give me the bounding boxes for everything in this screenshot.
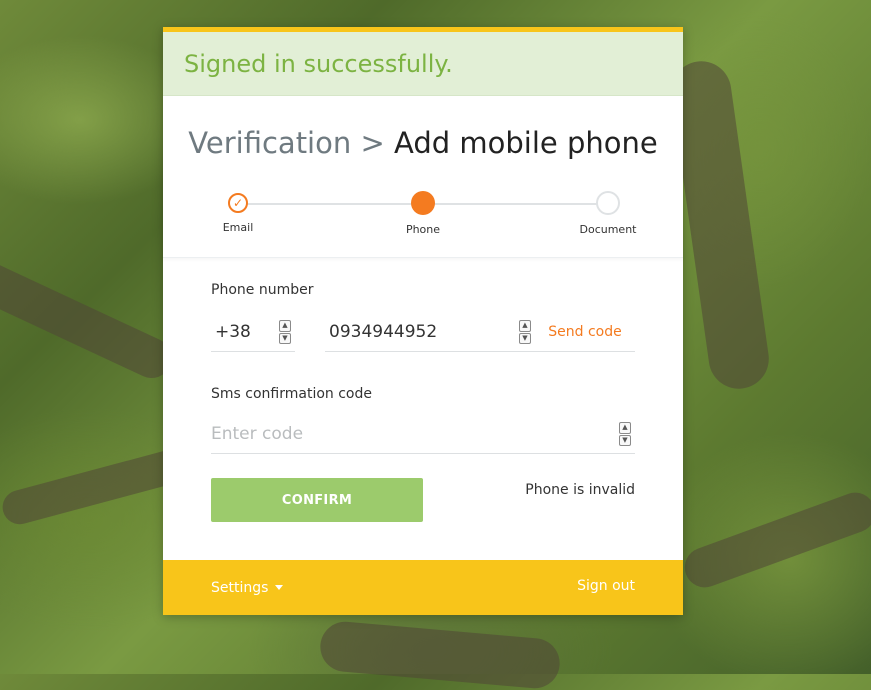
spinner-down-icon[interactable]: ▼ bbox=[279, 332, 291, 344]
success-alert-message: Signed in successfully. bbox=[184, 49, 453, 78]
step-email: ✓ Email bbox=[198, 191, 278, 234]
page-title: Verification > Add mobile phone bbox=[163, 126, 683, 160]
progress-stepper: ✓ Email Phone Document bbox=[163, 191, 683, 241]
background-branch bbox=[0, 255, 179, 385]
phone-number-input[interactable]: 0934944952 ▲ ▼ bbox=[325, 312, 535, 352]
confirm-button[interactable]: CONFIRM bbox=[211, 478, 423, 522]
country-code-value: +38 bbox=[215, 321, 251, 342]
phone-number-spinner[interactable]: ▲ ▼ bbox=[519, 320, 531, 344]
card-footer: Settings Sign out bbox=[163, 560, 683, 615]
settings-label: Settings bbox=[211, 579, 269, 596]
sms-row: Enter code ▲ ▼ bbox=[211, 414, 635, 454]
background-branch bbox=[318, 619, 562, 690]
settings-dropdown[interactable]: Settings bbox=[211, 579, 284, 596]
sms-code-placeholder: Enter code bbox=[211, 423, 304, 444]
breadcrumb-separator: > bbox=[360, 126, 385, 160]
verification-form: Phone number +38 ▲ ▼ 0934944952 ▲ ▼ Send… bbox=[211, 282, 635, 522]
background-branch bbox=[667, 57, 773, 393]
step-label: Document bbox=[579, 223, 637, 236]
spinner-up-icon[interactable]: ▲ bbox=[279, 320, 291, 332]
country-code-input[interactable]: +38 ▲ ▼ bbox=[211, 312, 295, 352]
header-section: Verification > Add mobile phone ✓ Email … bbox=[163, 96, 683, 258]
spinner-down-icon[interactable]: ▼ bbox=[519, 332, 531, 344]
verification-card: Signed in successfully. Verification > A… bbox=[163, 27, 683, 615]
sms-code-label: Sms confirmation code bbox=[211, 386, 372, 402]
step-label: Email bbox=[222, 221, 254, 234]
spinner-up-icon[interactable]: ▲ bbox=[619, 422, 631, 434]
sms-code-spinner[interactable]: ▲ ▼ bbox=[619, 422, 631, 446]
form-actions: CONFIRM Phone is invalid bbox=[211, 478, 635, 522]
breadcrumb-current: Add mobile phone bbox=[394, 126, 658, 160]
step-phone: Phone bbox=[383, 191, 463, 236]
country-code-spinner[interactable]: ▲ ▼ bbox=[279, 320, 291, 344]
sms-code-input[interactable]: Enter code ▲ ▼ bbox=[211, 414, 635, 454]
sign-out-link[interactable]: Sign out bbox=[577, 578, 635, 594]
spinner-down-icon[interactable]: ▼ bbox=[619, 434, 631, 446]
validation-error: Phone is invalid bbox=[525, 482, 635, 498]
phone-number-label: Phone number bbox=[211, 282, 314, 298]
active-step-dot bbox=[411, 191, 435, 215]
pending-step-dot bbox=[596, 191, 620, 215]
spinner-up-icon[interactable]: ▲ bbox=[519, 320, 531, 332]
success-alert: Signed in successfully. bbox=[163, 32, 683, 96]
breadcrumb-verification[interactable]: Verification bbox=[188, 126, 351, 160]
phone-number-value: 0934944952 bbox=[329, 321, 438, 342]
step-document: Document bbox=[568, 191, 648, 236]
step-label: Phone bbox=[405, 223, 441, 236]
background-branch bbox=[679, 487, 871, 593]
phone-row: +38 ▲ ▼ 0934944952 ▲ ▼ Send code bbox=[211, 312, 635, 352]
check-icon: ✓ bbox=[228, 193, 248, 213]
caret-down-icon bbox=[275, 585, 284, 590]
send-code-button[interactable]: Send code bbox=[535, 312, 635, 352]
